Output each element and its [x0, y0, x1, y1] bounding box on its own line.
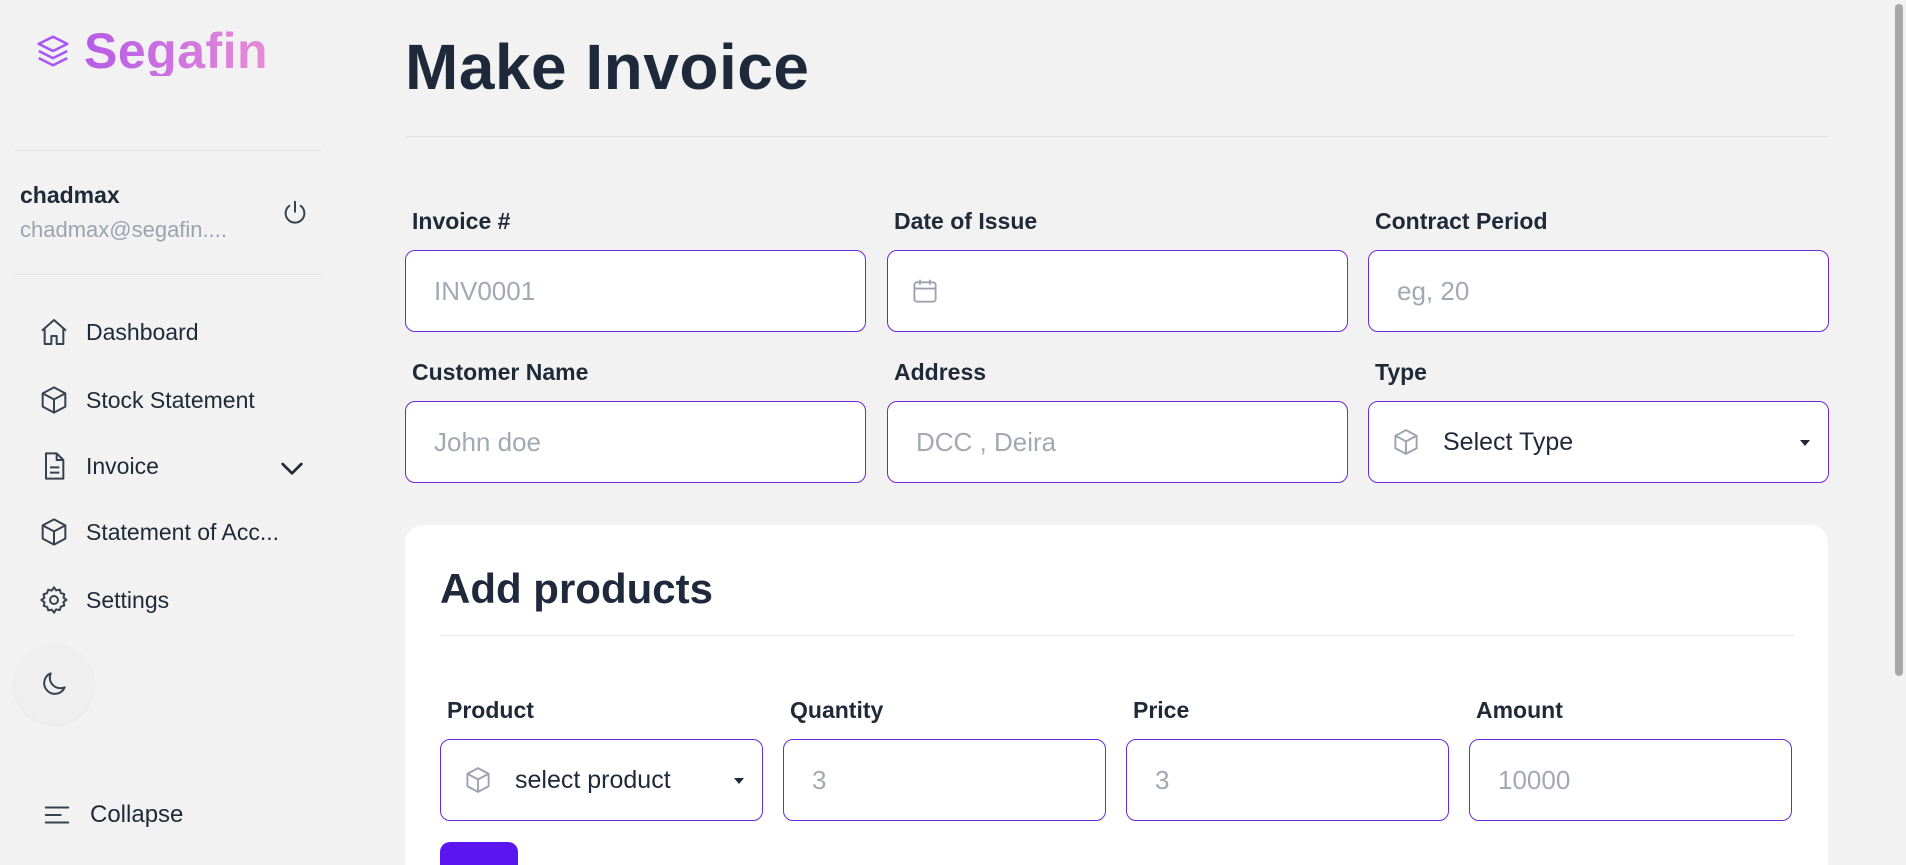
amount-label: Amount [1476, 697, 1563, 723]
sidebar-item-statement-of-account[interactable]: Statement of Acc... [38, 510, 318, 554]
sidebar-item-dashboard[interactable]: Dashboard [38, 310, 318, 354]
cube-icon [41, 518, 67, 546]
brand-logo[interactable]: Segafin [34, 26, 268, 76]
sidebar-item-label: Stock Statement [86, 386, 255, 413]
address-label: Address [894, 359, 987, 385]
cube-icon [1394, 429, 1418, 455]
invoice-number-field[interactable] [405, 250, 866, 332]
sidebar-item-label: Settings [86, 586, 170, 613]
card-divider [440, 635, 1795, 636]
sidebar-divider [14, 150, 322, 151]
moon-icon [43, 672, 66, 695]
title-divider [405, 136, 1828, 137]
page-title: Make Invoice [405, 31, 810, 103]
date-of-issue-label: Date of Issue [894, 208, 1038, 234]
gear-icon [40, 586, 68, 614]
product-select[interactable]: select product [440, 739, 763, 821]
date-of-issue-field[interactable] [887, 250, 1348, 332]
sidebar-item-stock-statement[interactable]: Stock Statement [38, 378, 318, 422]
price-field[interactable] [1126, 739, 1449, 821]
vertical-scrollbar[interactable] [1892, 0, 1906, 865]
user-email: chadmax@segafin.... [20, 217, 227, 242]
cube-icon [466, 767, 490, 793]
amount-field[interactable] [1469, 739, 1792, 821]
document-icon [45, 452, 65, 480]
collapse-button[interactable]: Collapse [42, 800, 183, 830]
price-label: Price [1133, 697, 1190, 723]
logout-button[interactable] [278, 196, 312, 230]
contract-period-input[interactable] [1397, 275, 1828, 307]
plus-icon: + [470, 860, 486, 865]
user-name: chadmax [20, 182, 120, 208]
customer-name-input[interactable] [434, 426, 865, 458]
chevron-down-icon[interactable] [276, 452, 308, 484]
sidebar-item-label: Invoice [86, 452, 159, 479]
menu-icon [44, 806, 70, 824]
brand-name: Segafin [84, 23, 269, 79]
price-input[interactable] [1155, 764, 1448, 796]
date-of-issue-input[interactable] [962, 275, 1347, 307]
calendar-icon [913, 279, 937, 303]
address-input[interactable] [916, 426, 1347, 458]
add-products-title: Add products [440, 565, 713, 612]
invoice-number-label: Invoice # [412, 208, 511, 234]
quantity-input[interactable] [812, 764, 1105, 796]
home-icon [41, 319, 67, 345]
customer-name-field[interactable] [405, 401, 866, 483]
user-profile: chadmax chadmax@segafin.... [20, 182, 320, 243]
caret-down-icon [734, 778, 744, 784]
contract-period-label: Contract Period [1375, 208, 1548, 234]
layers-icon [37, 35, 69, 67]
quantity-label: Quantity [790, 697, 884, 723]
type-select-value: Select Type [1443, 427, 1574, 456]
cube-icon [41, 386, 67, 414]
scrollbar-thumb[interactable] [1895, 4, 1903, 676]
address-field[interactable] [887, 401, 1348, 483]
add-products-card: Add products Product select product Quan… [405, 525, 1828, 865]
product-select-value: select product [515, 765, 671, 794]
theme-toggle-button[interactable] [14, 644, 94, 724]
customer-name-label: Customer Name [412, 359, 589, 385]
amount-input[interactable] [1498, 764, 1791, 796]
product-label: Product [447, 697, 534, 723]
sidebar-divider [14, 274, 322, 275]
type-label: Type [1375, 359, 1427, 385]
invoice-number-input[interactable] [434, 275, 865, 307]
collapse-label: Collapse [90, 801, 184, 828]
sidebar: Segafin chadmax chadmax@segafin.... Dash… [0, 0, 330, 865]
add-product-button[interactable]: + [440, 842, 518, 865]
contract-period-field[interactable] [1368, 250, 1829, 332]
sidebar-item-label: Statement of Acc... [86, 518, 280, 545]
type-select[interactable]: Select Type [1368, 401, 1829, 483]
power-icon [284, 200, 306, 224]
sidebar-item-invoice[interactable]: Invoice [38, 444, 318, 488]
sidebar-item-settings[interactable]: Settings [38, 578, 318, 622]
sidebar-item-label: Dashboard [86, 318, 199, 345]
quantity-field[interactable] [783, 739, 1106, 821]
caret-down-icon [1800, 440, 1810, 446]
